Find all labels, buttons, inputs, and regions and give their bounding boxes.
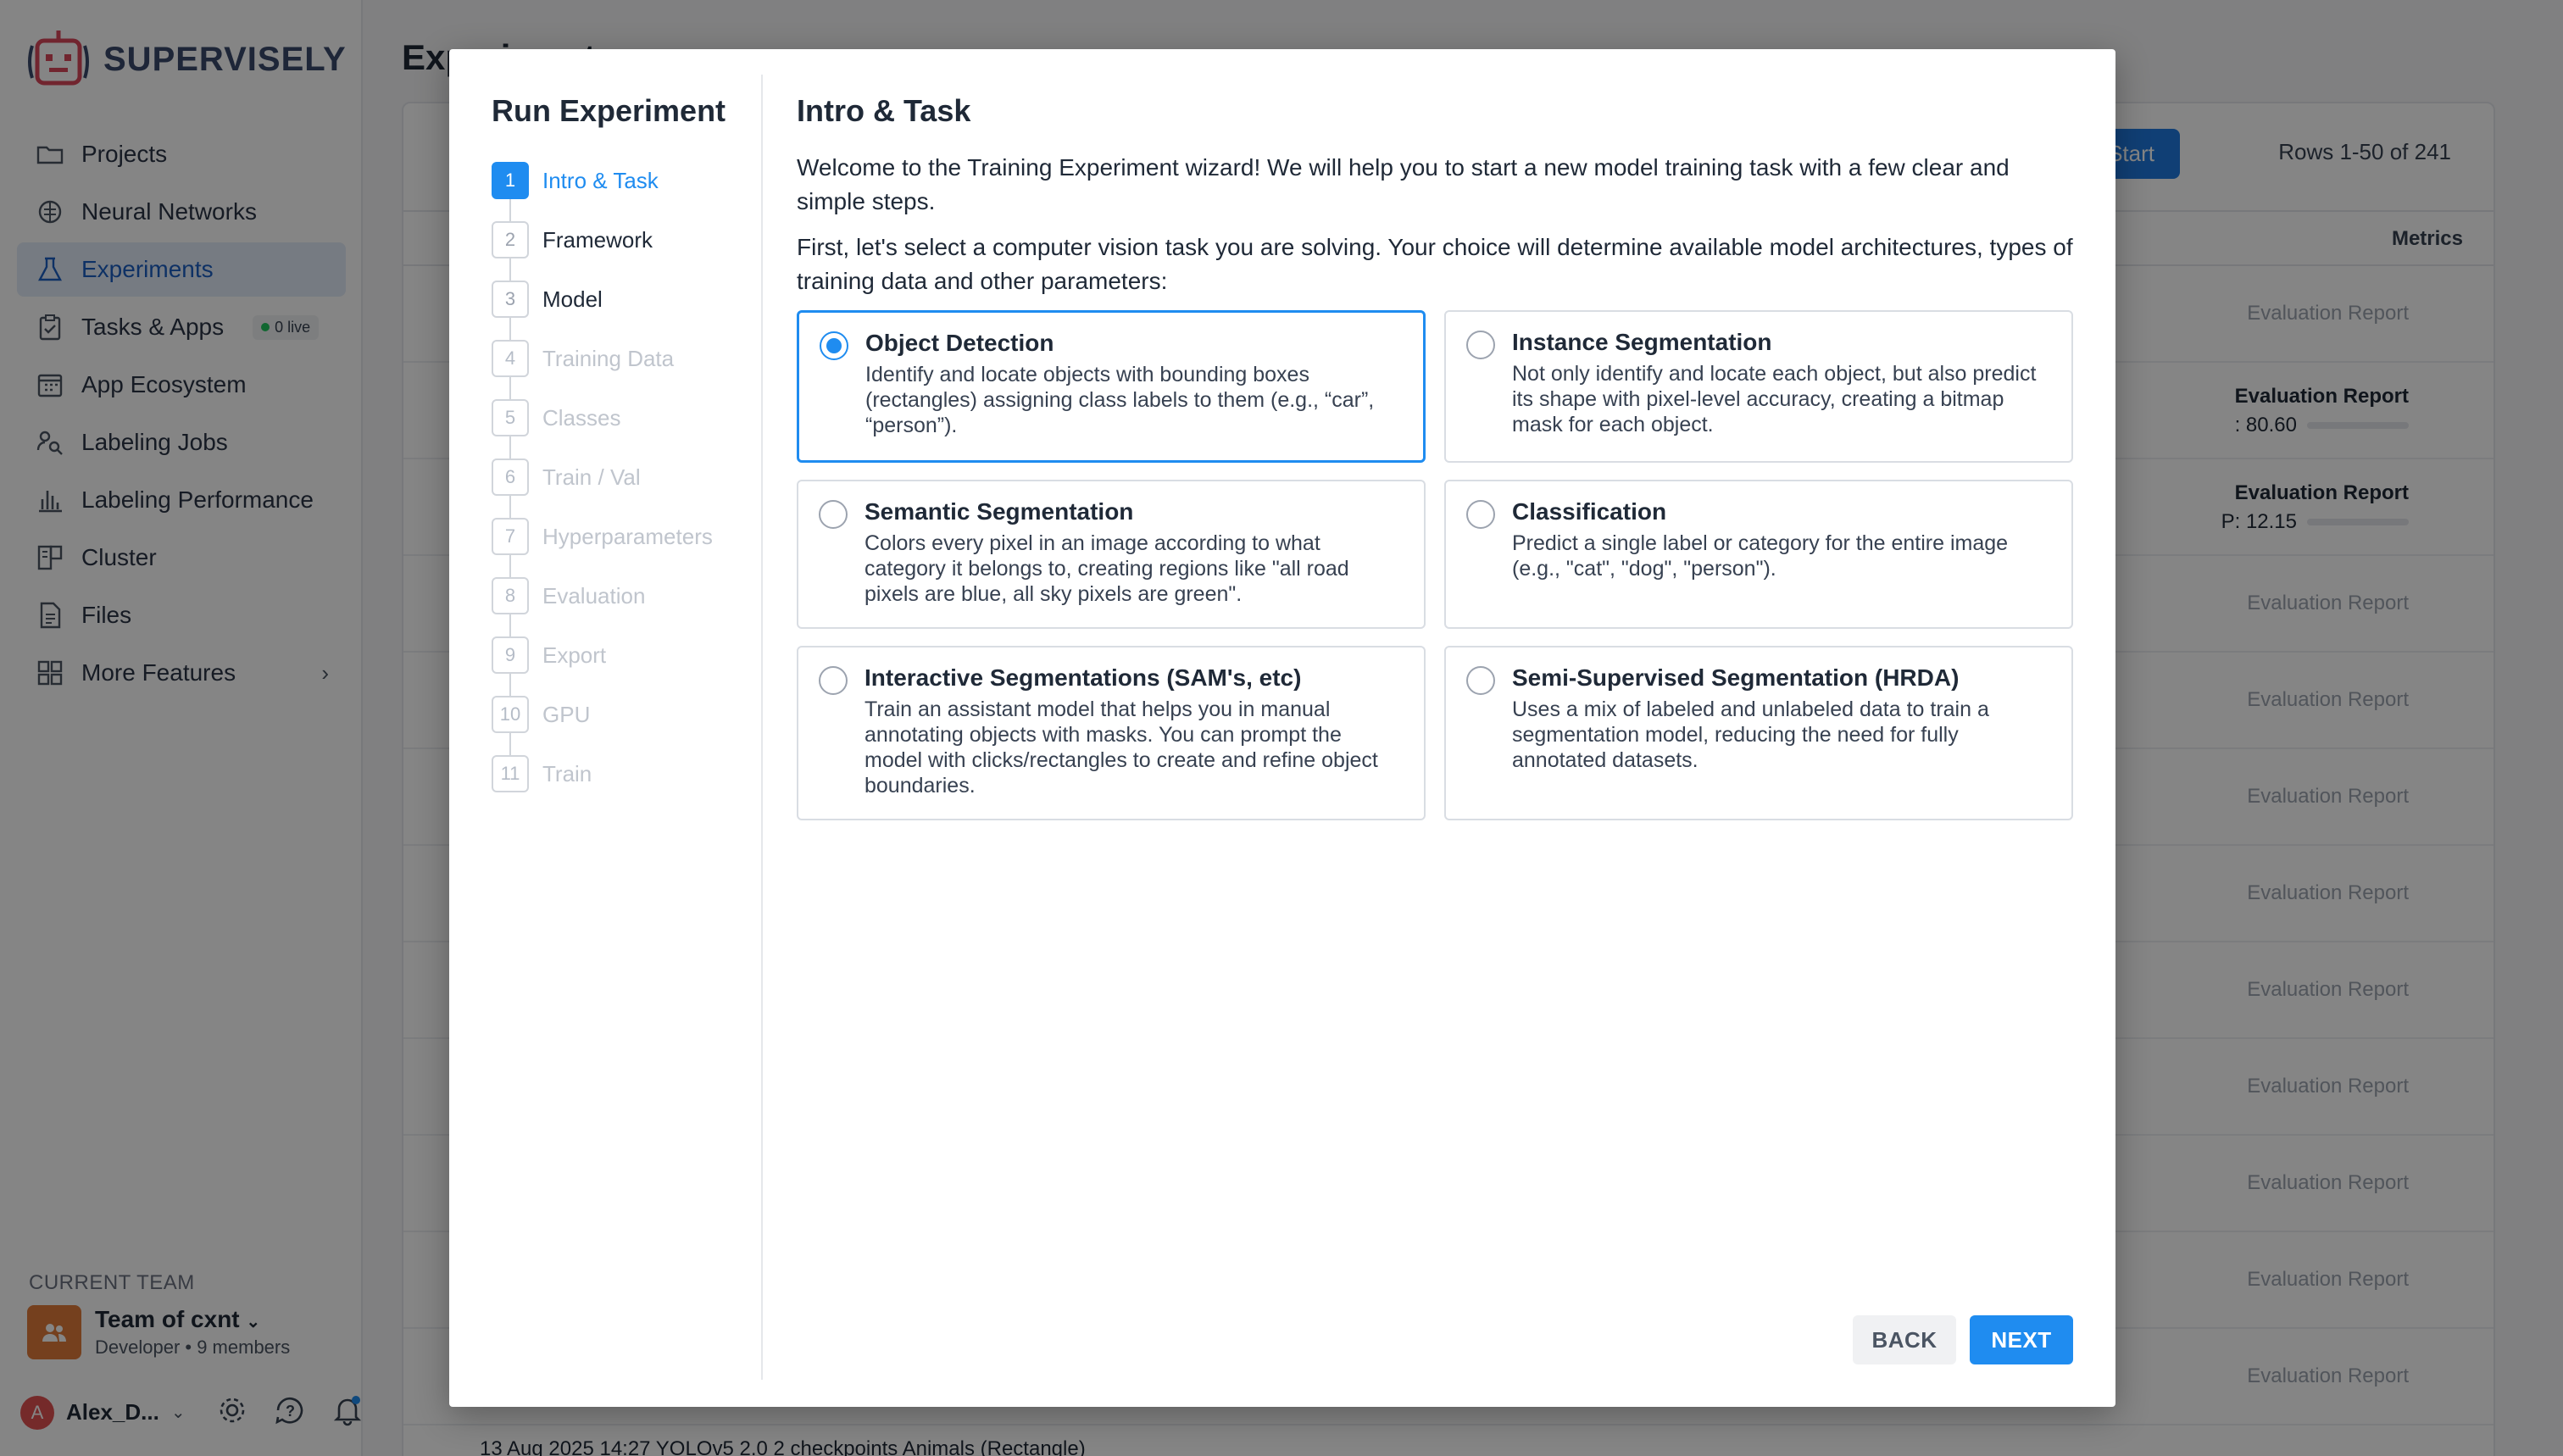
step-export: 9 Export: [492, 625, 713, 685]
task-option-title: Semantic Segmentation: [865, 498, 1134, 525]
step-label: Model: [542, 286, 603, 312]
task-option-title: Classification: [1512, 498, 1667, 525]
step-label: Hyperparameters: [542, 523, 713, 549]
radio-button[interactable]: [819, 500, 848, 529]
task-option-desc: Uses a mix of labeled and unlabeled data…: [1512, 697, 1989, 772]
task-option-desc: Predict a single label or category for t…: [1512, 531, 2009, 581]
step-label: Evaluation: [542, 582, 646, 609]
radio-button[interactable]: [1466, 666, 1495, 695]
task-option-object-detection[interactable]: Object Detection Identify and locate obj…: [797, 310, 1426, 463]
task-option-semantic-segmentation[interactable]: Semantic Segmentation Colors every pixel…: [797, 480, 1426, 629]
step-model[interactable]: 3 Model: [492, 270, 713, 329]
task-option-desc: Colors every pixel in an image according…: [865, 531, 1349, 606]
step-number: 3: [492, 281, 529, 318]
radio-button[interactable]: [1466, 331, 1495, 359]
task-option-interactive-segmentation[interactable]: Interactive Segmentations (SAM's, etc) T…: [797, 646, 1426, 820]
intro-text: Welcome to the Training Experiment wizar…: [797, 154, 2010, 214]
step-number: 7: [492, 518, 529, 555]
task-option-title: Instance Segmentation: [1512, 329, 1772, 355]
step-number: 6: [492, 458, 529, 496]
step-training-data: 4 Training Data: [492, 329, 713, 388]
step-content: Intro & Task Welcome to the Training Exp…: [797, 93, 2082, 820]
radio-button-selected[interactable]: [820, 331, 848, 360]
step-number: 1: [492, 162, 529, 199]
step-label: Training Data: [542, 345, 675, 371]
content-title: Intro & Task: [797, 93, 971, 128]
wizard-steps: 1 Intro & Task 2 Framework 3 Model 4 Trainin…: [492, 151, 713, 803]
step-number: 10: [492, 696, 529, 733]
step-classes: 5 Classes: [492, 388, 713, 447]
step-label: Intro & Task: [542, 167, 659, 193]
back-button[interactable]: BACK: [1853, 1315, 1956, 1364]
step-framework[interactable]: 2 Framework: [492, 210, 713, 270]
step-evaluation: 8 Evaluation: [492, 566, 713, 625]
wizard-title: Run Experiment: [492, 93, 726, 128]
step-number: 9: [492, 636, 529, 674]
task-options: Object Detection Identify and locate obj…: [797, 310, 2082, 820]
step-gpu: 10 GPU: [492, 685, 713, 744]
radio-button[interactable]: [1466, 500, 1495, 529]
step-label: Framework: [542, 226, 653, 253]
step-label: GPU: [542, 701, 591, 727]
step-number: 11: [492, 755, 529, 792]
step-number: 2: [492, 221, 529, 258]
step-label: Export: [542, 642, 607, 668]
task-option-semi-supervised-segmentation[interactable]: Semi-Supervised Segmentation (HRDA) Uses…: [1444, 646, 2073, 820]
next-button[interactable]: NEXT: [1970, 1315, 2073, 1364]
step-intro-task[interactable]: 1 Intro & Task: [492, 151, 713, 210]
task-option-classification[interactable]: Classification Predict a single label or…: [1444, 480, 2073, 629]
step-hyperparameters: 7 Hyperparameters: [492, 507, 713, 566]
step-label: Train: [542, 760, 592, 786]
step-number: 4: [492, 340, 529, 377]
task-option-instance-segmentation[interactable]: Instance Segmentation Not only identify …: [1444, 310, 2073, 463]
task-option-desc: Train an assistant model that helps you …: [865, 697, 1378, 797]
modal-divider: [761, 75, 763, 1380]
task-option-title: Semi-Supervised Segmentation (HRDA): [1512, 664, 1960, 691]
task-option-desc: Not only identify and locate each object…: [1512, 362, 2037, 436]
step-train-val: 6 Train / Val: [492, 447, 713, 507]
task-option-title: Interactive Segmentations (SAM's, etc): [865, 664, 1302, 691]
step-number: 5: [492, 399, 529, 436]
task-option-desc: Identify and locate objects with boundin…: [865, 363, 1375, 437]
step-label: Classes: [542, 404, 621, 431]
step-number: 8: [492, 577, 529, 614]
step-train: 11 Train: [492, 744, 713, 803]
step-label: Train / Val: [542, 464, 641, 490]
run-experiment-dialog: Run Experiment 1 Intro & Task 2 Framework …: [449, 49, 2115, 1407]
radio-button[interactable]: [819, 666, 848, 695]
task-option-title: Object Detection: [865, 330, 1054, 356]
task-prompt-text: First, let's select a computer vision ta…: [797, 234, 2073, 294]
